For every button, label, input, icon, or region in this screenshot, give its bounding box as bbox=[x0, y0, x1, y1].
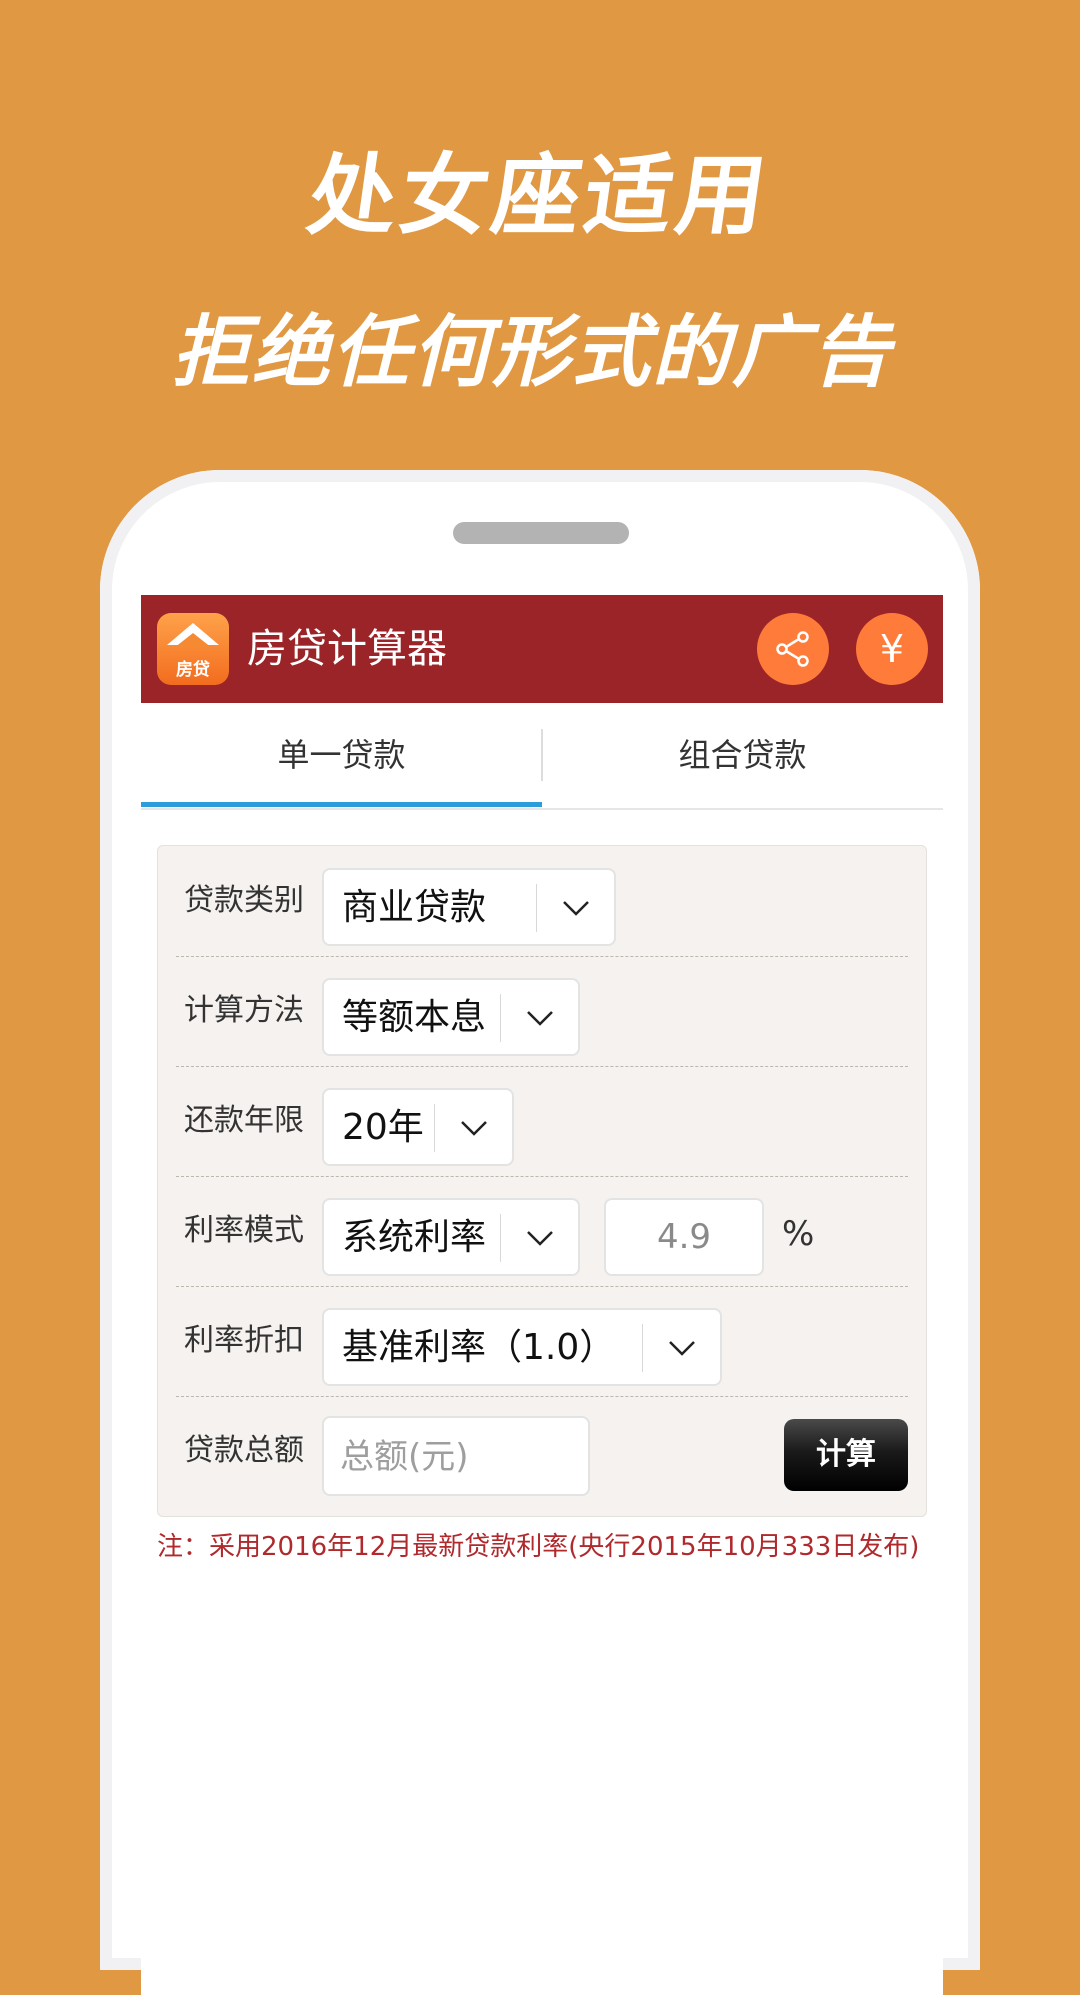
donate-button[interactable]: ¥ bbox=[856, 613, 928, 685]
form-row-years: 还款年限 20年 bbox=[176, 1066, 908, 1177]
calc-method-select[interactable]: 等额本息 bbox=[322, 978, 580, 1056]
chevron-down-icon bbox=[527, 1011, 553, 1026]
years-label: 还款年限 bbox=[184, 1103, 304, 1138]
chevron-down-icon bbox=[527, 1231, 553, 1246]
loan-type-select[interactable]: 商业贷款 bbox=[322, 868, 616, 946]
phone-frame: 房贷 房贷计算器 ¥ 单一贷款 组合贷款 贷款类别 商业贷款 计算方法 等额本息… bbox=[100, 470, 980, 1995]
share-icon bbox=[776, 631, 809, 667]
amount-label: 贷款总额 bbox=[184, 1433, 304, 1468]
calc-method-label: 计算方法 bbox=[184, 993, 304, 1028]
tab-combined-loan[interactable]: 组合贷款 bbox=[542, 703, 943, 808]
rate-discount-label: 利率折扣 bbox=[184, 1323, 304, 1358]
share-button[interactable] bbox=[757, 613, 829, 685]
active-tab-indicator bbox=[141, 802, 542, 807]
years-value: 20年 bbox=[342, 1107, 424, 1148]
app-bar: 房贷 房贷计算器 ¥ bbox=[141, 595, 943, 703]
form-row-calc-method: 计算方法 等额本息 bbox=[176, 956, 908, 1067]
rate-mode-label: 利率模式 bbox=[184, 1213, 304, 1248]
loan-form: 贷款类别 商业贷款 计算方法 等额本息 还款年限 20年 利率模式 系统利率 4… bbox=[157, 845, 927, 1517]
app-title: 房贷计算器 bbox=[247, 626, 447, 672]
rate-mode-select[interactable]: 系统利率 bbox=[322, 1198, 580, 1276]
rate-note: 注：采用2016年12月最新贷款利率(央行2015年10月333日发布) bbox=[157, 1532, 920, 1562]
chevron-down-icon bbox=[669, 1341, 695, 1356]
loan-tabs: 单一贷款 组合贷款 bbox=[141, 703, 943, 810]
loan-amount-placeholder: 总额(元) bbox=[340, 1437, 469, 1477]
yuan-icon: ¥ bbox=[879, 627, 905, 671]
rate-discount-select[interactable]: 基准利率（1.0） bbox=[322, 1308, 722, 1386]
app-logo-text: 房贷 bbox=[176, 660, 210, 680]
chevron-down-icon bbox=[461, 1121, 487, 1136]
promo-subheadline: 拒绝任何形式的广告 bbox=[167, 308, 910, 398]
app-logo-icon: 房贷 bbox=[157, 613, 229, 685]
rate-mode-value: 系统利率 bbox=[342, 1217, 487, 1258]
loan-amount-input[interactable]: 总额(元) bbox=[322, 1416, 590, 1496]
calc-method-value: 等额本息 bbox=[342, 997, 487, 1038]
form-row-rate-discount: 利率折扣 基准利率（1.0） bbox=[176, 1286, 908, 1397]
rate-discount-value: 基准利率（1.0） bbox=[342, 1327, 616, 1368]
form-row-loan-type: 贷款类别 商业贷款 bbox=[176, 846, 908, 957]
chevron-down-icon bbox=[563, 901, 589, 916]
loan-type-value: 商业贷款 bbox=[342, 887, 487, 928]
percent-unit: % bbox=[782, 1214, 815, 1254]
form-row-rate-mode: 利率模式 系统利率 4.9 % bbox=[176, 1176, 908, 1287]
form-row-amount: 贷款总额 总额(元) 计算 bbox=[176, 1396, 908, 1506]
years-select[interactable]: 20年 bbox=[322, 1088, 514, 1166]
calculate-button[interactable]: 计算 bbox=[784, 1419, 908, 1491]
interest-rate-input[interactable]: 4.9 bbox=[604, 1198, 764, 1276]
promo-headline: 处女座适用 bbox=[301, 144, 777, 247]
tab-single-loan[interactable]: 单一贷款 bbox=[141, 703, 542, 808]
app-screen: 房贷 房贷计算器 ¥ 单一贷款 组合贷款 贷款类别 商业贷款 计算方法 等额本息… bbox=[141, 595, 943, 1995]
loan-type-label: 贷款类别 bbox=[184, 883, 304, 918]
phone-speaker bbox=[453, 522, 629, 544]
